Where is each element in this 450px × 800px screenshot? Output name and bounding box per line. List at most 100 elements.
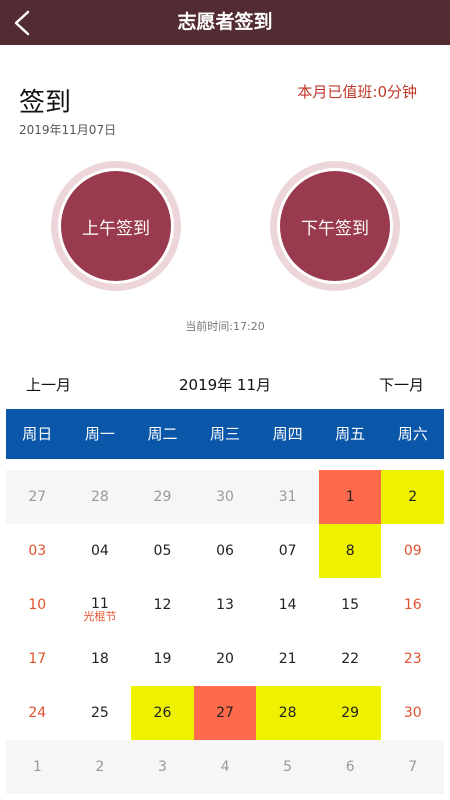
day-number: 21 [278,651,297,667]
day-number: 29 [153,489,172,505]
day-number: 13 [216,597,234,613]
calendar-day-cell[interactable]: 25 [69,686,132,740]
calendar-day-cell[interactable]: 30 [194,470,257,524]
day-number: 7 [408,759,418,775]
calendar-day-cell[interactable]: 07 [256,524,319,578]
calendar-day-cell[interactable]: 06 [194,524,257,578]
day-number: 26 [153,705,172,721]
calendar-day-cell[interactable]: 2 [69,740,132,794]
day-number: 1 [345,489,355,505]
calendar-day-cell[interactable]: 6 [319,740,382,794]
day-number: 04 [90,543,109,559]
day-number: 23 [403,651,422,667]
holiday-note: 光棍节 [83,610,117,623]
day-number: 07 [278,543,297,559]
calendar-day-cell[interactable]: 14 [256,578,319,632]
weekday-label: 周四 [272,425,303,443]
calendar-day-cell[interactable]: 20 [194,632,257,686]
calendar-day-cell[interactable]: 4 [194,740,257,794]
calendar-day-cell[interactable]: 04 [69,524,132,578]
day-number: 29 [341,705,360,721]
calendar-day-cell[interactable]: 24 [6,686,69,740]
month-duty-summary: 本月已值班:0分钟 [297,83,417,101]
day-number: 18 [90,651,109,667]
calendar-day-cell[interactable]: 11 光棍节 [69,578,132,632]
calendar-day-cell[interactable]: 09 [381,524,444,578]
next-month-button[interactable]: 下一月 [379,374,424,395]
calendar-day-cell[interactable]: 30 [381,686,444,740]
day-number: 2 [95,759,105,775]
weekday-label: 周五 [335,425,366,443]
calendar-grid: 27 28 29 30 31 1 2 03 04 05 06 07 8 09 10 11 光棍节 12 13 14 15… [6,470,445,794]
weekday-label: 周一 [84,425,115,443]
calendar-day-cell[interactable]: 18 [69,632,132,686]
weekday-label: 周日 [22,425,53,443]
day-number: 2 [408,489,418,505]
day-number: 6 [345,759,355,775]
weekday-label: 周三 [210,425,241,443]
day-number: 31 [278,489,297,505]
calendar-day-cell[interactable]: 8 [318,524,382,578]
calendar-week-row: 03 04 05 06 07 8 09 [6,524,444,578]
calendar-day-cell[interactable]: 03 [6,524,69,578]
day-number: 19 [153,651,172,667]
day-number: 27 [28,489,47,505]
page-title: 志愿者签到 [177,11,273,33]
calendar-week-row: 1 2 3 4 5 6 7 [6,740,444,794]
calendar-day-cell[interactable]: 29 [318,686,382,740]
day-number: 06 [216,543,234,559]
day-number: 25 [90,705,109,721]
day-number: 10 [28,597,47,613]
calendar-day-cell[interactable]: 31 [256,470,319,524]
calendar-day-cell[interactable]: 21 [256,632,319,686]
day-number: 03 [28,543,47,559]
calendar-day-cell[interactable]: 3 [131,740,194,794]
calendar-day-cell[interactable]: 10 [6,578,69,632]
calendar-day-cell[interactable]: 05 [131,524,194,578]
weekday-label: 周六 [397,425,428,443]
day-number: 28 [90,489,109,505]
weekday-header: 周日 周一 周二 周三 周四 周五 周六 [6,409,444,459]
calendar-day-cell[interactable]: 1 [318,470,382,524]
day-number: 4 [220,759,230,775]
calendar-day-cell[interactable]: 12 [131,578,194,632]
calendar-day-cell[interactable]: 28 [256,686,319,740]
calendar-week-row: 27 28 29 30 31 1 2 [6,470,445,524]
calendar-day-cell[interactable]: 26 [131,686,194,740]
day-number: 3 [157,759,167,775]
calendar-day-cell[interactable]: 1 [6,740,69,794]
day-number: 30 [216,489,234,505]
day-number: 20 [216,651,234,667]
current-time: 当前时间:17:20 [185,320,265,333]
pm-signin-button[interactable]: 下午签到 [277,168,393,284]
day-number: 15 [341,597,360,613]
am-signin-button[interactable]: 上午签到 [58,168,174,284]
calendar-day-cell[interactable]: 13 [194,578,257,632]
day-number: 17 [28,651,47,667]
day-number: 16 [403,597,422,613]
calendar-day-cell[interactable]: 16 [381,578,444,632]
day-number: 14 [278,597,297,613]
day-number: 24 [28,705,47,721]
day-number: 30 [403,705,422,721]
calendar-day-cell[interactable]: 29 [131,470,194,524]
calendar-day-cell[interactable]: 15 [319,578,382,632]
calendar-day-cell[interactable]: 2 [381,470,445,524]
signin-date: 2019年11月07日 [19,123,117,137]
calendar-day-cell[interactable]: 5 [256,740,319,794]
calendar-day-cell[interactable]: 22 [319,632,382,686]
calendar-week-row: 24 25 26 27 28 29 30 [6,686,444,740]
calendar-day-cell[interactable]: 27 [6,470,69,524]
calendar-day-cell[interactable]: 28 [69,470,132,524]
calendar-day-cell[interactable]: 17 [6,632,69,686]
calendar-day-cell[interactable]: 7 [381,740,444,794]
calendar-day-cell[interactable]: 19 [131,632,194,686]
day-number: 12 [153,597,172,613]
day-number: 1 [32,759,42,775]
calendar-day-cell[interactable]: 23 [381,632,444,686]
calendar-day-cell[interactable]: 27 [193,686,257,740]
day-number: 27 [216,705,234,721]
day-number: 05 [153,543,172,559]
weekday-label: 周二 [147,425,178,443]
day-number: 28 [278,705,297,721]
